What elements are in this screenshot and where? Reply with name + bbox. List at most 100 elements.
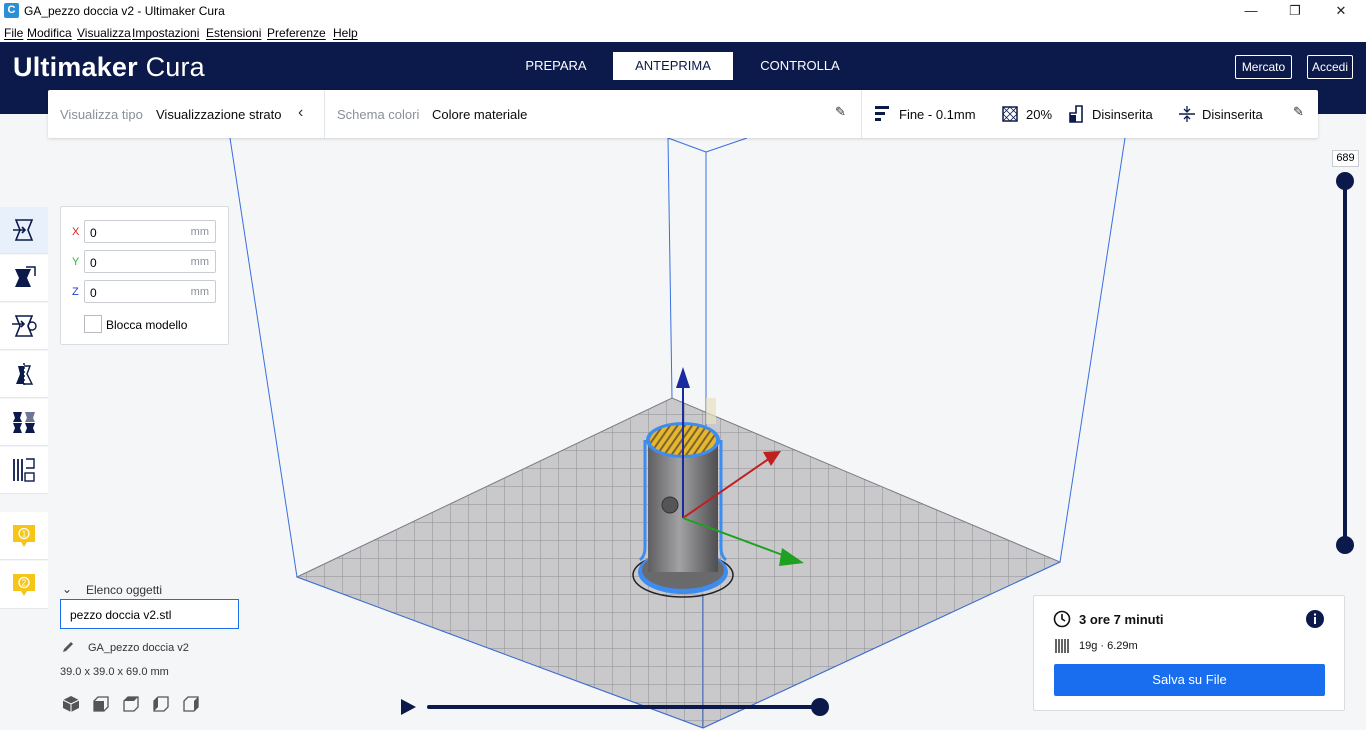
ultimaker-cura-logo: Ultimaker Cura <box>13 52 205 83</box>
mirror-tool-button[interactable] <box>0 351 48 398</box>
window-title: GA_pezzo doccia v2 - Ultimaker Cura <box>24 4 225 18</box>
print-summary-panel: 3 ore 7 minuti 19g · 6.29m Salva su File <box>1033 595 1345 711</box>
extruder-1-button[interactable]: 1 <box>0 512 48 560</box>
material-usage: 19g · 6.29m <box>1079 640 1138 652</box>
tab-anteprima[interactable]: ANTEPRIMA <box>613 52 733 80</box>
color-scheme-select[interactable]: Colore materiale <box>432 107 527 122</box>
save-to-file-button[interactable]: Salva su File <box>1054 664 1325 696</box>
marketplace-button[interactable]: Mercato <box>1235 55 1292 79</box>
chevron-down-icon[interactable]: ⌄ <box>62 582 72 596</box>
support-icon <box>1069 105 1083 123</box>
z-value: 0 <box>90 286 97 300</box>
3d-view-icon[interactable] <box>62 695 80 713</box>
move-tool-panel: X 0 mm Y 0 mm Z 0 mm Blocca modello <box>60 206 229 345</box>
color-scheme-label: Schema colori <box>337 107 420 122</box>
scale-tool-icon <box>15 266 36 287</box>
extruder-2-icon: 2 <box>13 573 35 596</box>
pencil-icon[interactable] <box>61 640 75 654</box>
layer-height-icon <box>875 106 889 121</box>
per-model-settings-icon <box>13 412 35 433</box>
material-spool-icon <box>1055 639 1069 653</box>
print-profile[interactable]: Fine - 0.1mm <box>899 107 976 122</box>
x-coordinate-row: X 0 mm <box>61 220 230 244</box>
y-coordinate-row: Y 0 mm <box>61 250 230 274</box>
z-coordinate-row: Z 0 mm <box>61 280 230 304</box>
menu-modifica[interactable]: Modifica <box>27 26 72 40</box>
tab-prepara[interactable]: PREPARA <box>500 52 612 80</box>
view-type-label: Visualizza tipo <box>60 107 143 122</box>
cura-app-icon: C <box>4 3 19 18</box>
play-icon[interactable] <box>401 699 416 715</box>
minimize-button[interactable]: — <box>1228 0 1274 22</box>
menu-impostazioni[interactable]: Impostazioni <box>132 26 199 40</box>
job-name[interactable]: GA_pezzo doccia v2 <box>88 642 189 654</box>
menu-estensioni[interactable]: Estensioni <box>206 26 261 40</box>
support-blocker-icon <box>13 458 35 482</box>
adhesion-icon <box>1179 106 1195 122</box>
layer-number-input[interactable]: 689 <box>1332 150 1359 167</box>
y-value: 0 <box>90 256 97 270</box>
divider <box>861 90 862 138</box>
view-type-select[interactable]: Visualizzazione strato <box>156 107 282 122</box>
right-view-icon[interactable] <box>182 695 200 713</box>
tab-controlla[interactable]: CONTROLLA <box>740 52 860 80</box>
rotate-tool-button[interactable] <box>0 303 48 350</box>
info-icon[interactable] <box>1305 609 1325 629</box>
path-slider-handle[interactable] <box>811 698 829 716</box>
object-file-name: pezzo doccia v2.stl <box>70 608 172 622</box>
z-axis-label: Z <box>72 286 79 298</box>
left-view-icon[interactable] <box>152 695 170 713</box>
layer-playback-bar <box>401 698 829 716</box>
menu-help[interactable]: Help <box>333 26 358 40</box>
lock-model-label: Blocca modello <box>106 318 188 332</box>
mirror-tool-icon <box>16 363 34 385</box>
layer-slider-bottom-handle[interactable] <box>1336 536 1354 554</box>
extruder-2-button[interactable]: 2 <box>0 561 48 609</box>
window-title-bar: C GA_pezzo doccia v2 - Ultimaker Cura — … <box>0 0 1366 22</box>
edit-settings-pencil-icon[interactable]: ✎ <box>1293 104 1304 120</box>
layer-slider-top-handle[interactable] <box>1336 172 1354 190</box>
menu-visualizza[interactable]: Visualizza <box>77 26 131 40</box>
z-unit: mm <box>190 286 209 298</box>
menu-preferenze[interactable]: Preferenze <box>267 26 326 40</box>
print-time: 3 ore 7 minuti <box>1079 612 1164 627</box>
clock-icon <box>1053 610 1071 628</box>
layer-slider <box>1336 172 1354 554</box>
object-list-title[interactable]: Elenco oggetti <box>86 583 162 597</box>
edit-pencil-icon[interactable]: ✎ <box>835 104 846 120</box>
front-view-icon[interactable] <box>92 695 110 713</box>
support-blocker-button[interactable] <box>0 447 48 494</box>
scale-tool-button[interactable] <box>0 255 48 302</box>
x-value: 0 <box>90 226 97 240</box>
menu-bar: File Modifica Visualizza Impostazioni Es… <box>0 22 1366 42</box>
x-unit: mm <box>190 226 209 238</box>
view-settings-bar: Visualizza tipo Visualizzazione strato ‹… <box>48 90 1318 138</box>
infill-value[interactable]: 20% <box>1026 107 1052 122</box>
brand-name: Ultimaker <box>13 52 138 82</box>
move-tool-button[interactable] <box>0 207 48 254</box>
move-tool-icon <box>13 219 34 241</box>
top-view-icon[interactable] <box>122 695 140 713</box>
divider <box>324 90 325 138</box>
rotate-tool-icon <box>12 315 37 337</box>
model-dimensions: 39.0 x 39.0 x 69.0 mm <box>60 666 169 678</box>
login-button[interactable]: Accedi <box>1307 55 1353 79</box>
brand-product: Cura <box>145 52 205 82</box>
infill-icon <box>1002 106 1018 122</box>
per-model-settings-button[interactable] <box>0 399 48 446</box>
z-coordinate-input[interactable]: 0 mm <box>84 280 216 303</box>
y-coordinate-input[interactable]: 0 mm <box>84 250 216 273</box>
close-button[interactable]: ✕ <box>1318 0 1364 22</box>
lock-model-checkbox[interactable] <box>84 315 102 333</box>
x-coordinate-input[interactable]: 0 mm <box>84 220 216 243</box>
extruder-1-number: 1 <box>22 529 27 538</box>
maximize-button[interactable]: ❐ <box>1272 0 1318 22</box>
chevron-left-icon[interactable]: ‹ <box>298 104 303 122</box>
y-unit: mm <box>190 256 209 268</box>
y-axis-label: Y <box>72 256 80 268</box>
support-value[interactable]: Disinserita <box>1092 107 1153 122</box>
adhesion-value[interactable]: Disinserita <box>1202 107 1263 122</box>
menu-file[interactable]: File <box>4 26 23 40</box>
object-list-item[interactable]: pezzo doccia v2.stl <box>60 599 239 629</box>
extruder-1-icon: 1 <box>13 524 35 547</box>
